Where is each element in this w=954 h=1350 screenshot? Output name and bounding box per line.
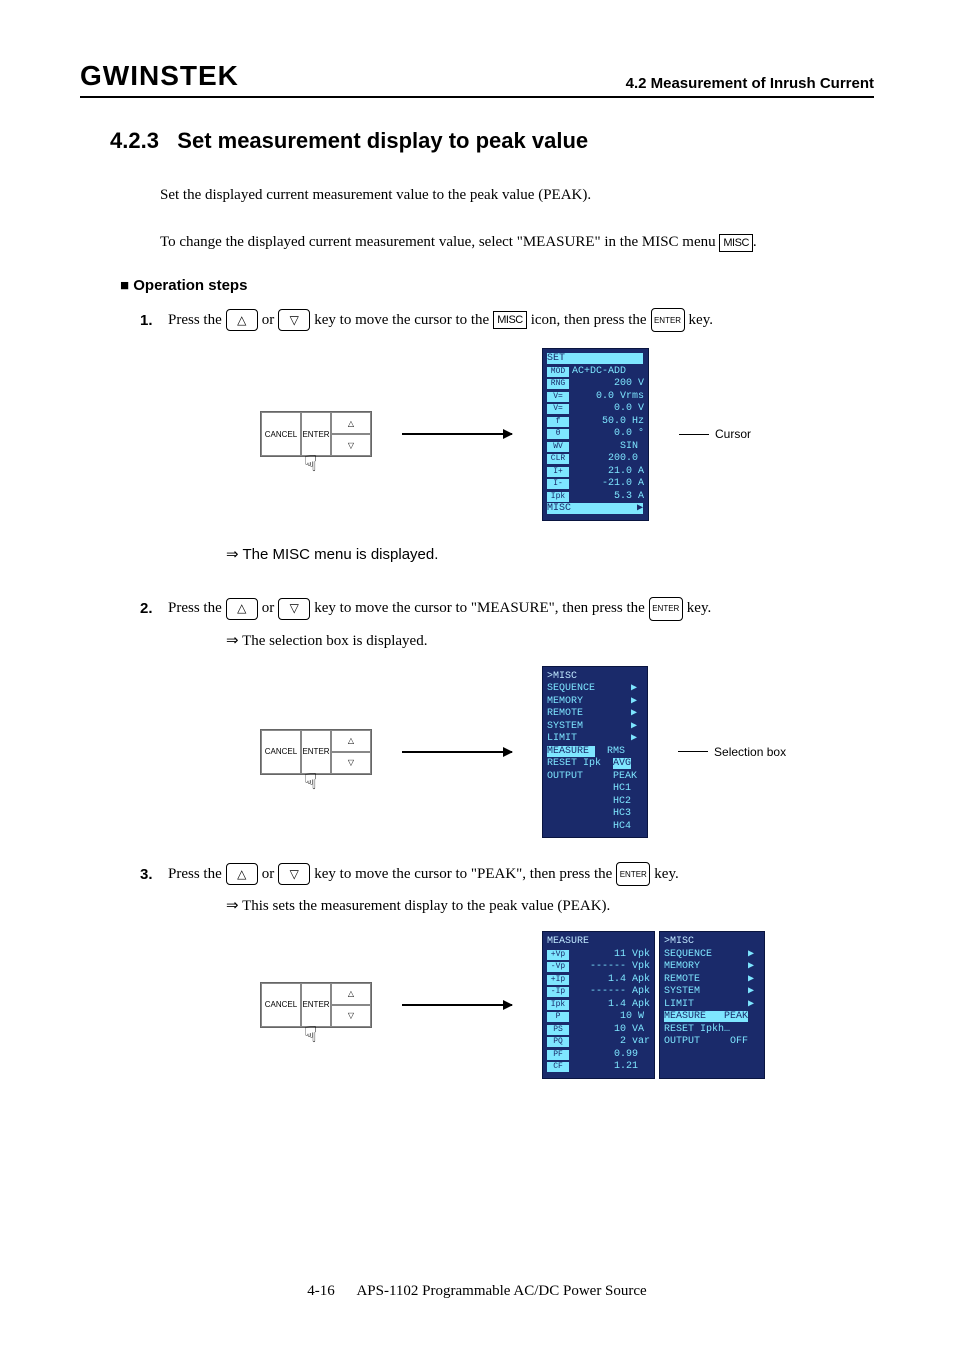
section-number: 4.2.3 xyxy=(110,128,159,153)
up-key-icon: △ xyxy=(226,598,258,620)
arrow-icon xyxy=(402,751,512,753)
step-3-figure: CANCEL △ ENTER ▽ ☟ MEASURE +Vp 11 Vpk -V… xyxy=(260,931,874,1079)
page-footer: 4-16 APS-1102 Programmable AC/DC Power S… xyxy=(0,1283,954,1300)
selection-box-label: Selection box xyxy=(678,745,786,759)
step-1: 1. Press the △ or ▽ key to move the curs… xyxy=(140,308,874,563)
screen-misc-menu: >MISC SEQUENCE ▶ MEMORY ▶ REMOTE ▶ SYSTE… xyxy=(542,666,648,839)
cancel-key: CANCEL xyxy=(261,412,301,456)
doc-title: APS-1102 Programmable AC/DC Power Source xyxy=(356,1283,646,1299)
enter-key: ENTER xyxy=(301,983,331,1027)
enter-key-icon: ENTER xyxy=(649,597,683,621)
intro-paragraph-1: Set the displayed current measurement va… xyxy=(160,184,874,207)
step-2-figure: CANCEL △ ENTER ▽ ☟ >MISC SEQUENCE ▶ MEMO… xyxy=(260,666,874,839)
down-key-icon: ▽ xyxy=(278,598,310,620)
enter-key: ENTER xyxy=(301,730,331,774)
screen-misc-result: >MISC SEQUENCE ▶ MEMORY ▶ REMOTE ▶ SYSTE… xyxy=(659,931,765,1079)
cancel-key: CANCEL xyxy=(261,983,301,1027)
down-key: ▽ xyxy=(331,752,371,774)
intro-paragraph-2: To change the displayed current measurem… xyxy=(160,231,874,254)
arrow-icon xyxy=(402,433,512,435)
enter-key-icon: ENTER xyxy=(616,862,650,886)
up-key: △ xyxy=(331,730,371,752)
hand-pointer-icon: ☟ xyxy=(304,1022,317,1048)
step-3-result: This sets the measurement display to the… xyxy=(226,896,874,915)
section-heading: Set measurement display to peak value xyxy=(177,128,588,153)
cursor-label: Cursor xyxy=(679,427,751,441)
down-key-icon: ▽ xyxy=(278,309,310,331)
step-number: 1. xyxy=(140,312,164,329)
step-number: 2. xyxy=(140,600,164,617)
down-key: ▽ xyxy=(331,434,371,456)
down-key: ▽ xyxy=(331,1005,371,1027)
header-section-label: 4.2 Measurement of Inrush Current xyxy=(626,75,874,92)
step-1-figure: CANCEL △ ENTER ▽ ☟ SET MODAC+DC-ADD RNG … xyxy=(260,348,874,521)
screen-measure: MEASURE +Vp 11 Vpk -Vp ------ Vpk +Ip 1.… xyxy=(542,931,655,1079)
misc-icon: MISC xyxy=(493,311,527,329)
brand-logo: GWINSTEK xyxy=(80,60,239,92)
up-key-icon: △ xyxy=(226,309,258,331)
step-3: 3. Press the △ or ▽ key to move the curs… xyxy=(140,862,874,1079)
arrow-icon xyxy=(402,1004,512,1006)
operation-steps-heading: Operation steps xyxy=(120,277,874,294)
down-key-icon: ▽ xyxy=(278,863,310,885)
screen-set: SET MODAC+DC-ADD RNG 200 V V= 0.0 Vrms V… xyxy=(542,348,649,521)
keypad-diagram: CANCEL △ ENTER ▽ ☟ xyxy=(260,411,372,457)
hand-pointer-icon: ☟ xyxy=(304,451,317,477)
step-2: 2. Press the △ or ▽ key to move the curs… xyxy=(140,597,874,839)
page-number: 4-16 xyxy=(307,1283,335,1299)
keypad-diagram: CANCEL △ ENTER ▽ ☟ xyxy=(260,729,372,775)
section-title: 4.2.3 Set measurement display to peak va… xyxy=(110,128,874,154)
misc-icon: MISC xyxy=(719,234,753,252)
cancel-key: CANCEL xyxy=(261,730,301,774)
step-number: 3. xyxy=(140,866,164,883)
step-1-result: The MISC menu is displayed. xyxy=(226,545,874,563)
up-key: △ xyxy=(331,983,371,1005)
step-2-result: The selection box is displayed. xyxy=(226,631,874,650)
enter-key-icon: ENTER xyxy=(651,308,685,332)
up-key: △ xyxy=(331,412,371,434)
hand-pointer-icon: ☟ xyxy=(304,769,317,795)
up-key-icon: △ xyxy=(226,863,258,885)
keypad-diagram: CANCEL △ ENTER ▽ ☟ xyxy=(260,982,372,1028)
enter-key: ENTER xyxy=(301,412,331,456)
page-header: GWINSTEK 4.2 Measurement of Inrush Curre… xyxy=(80,60,874,98)
